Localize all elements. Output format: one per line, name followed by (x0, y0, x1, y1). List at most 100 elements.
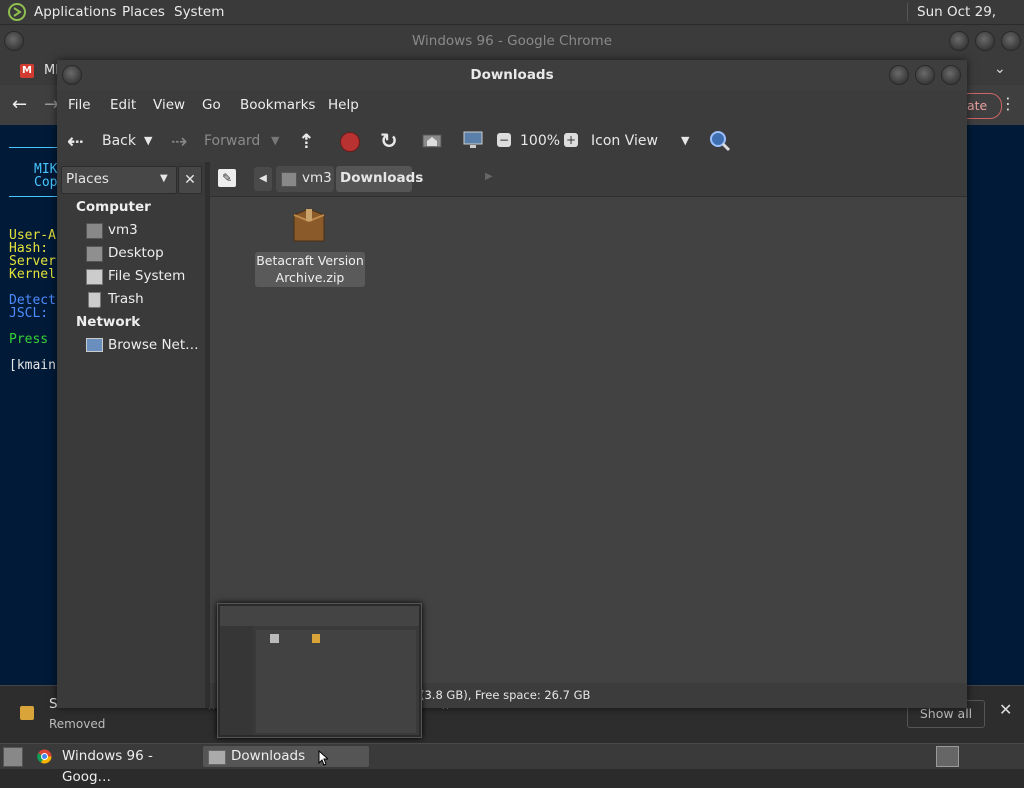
path-segment-label: Downloads (340, 170, 424, 186)
fm-pathbar: ✎ ◀ vm3 Downloads ▶ (210, 162, 967, 196)
download-status: Removed (49, 717, 106, 731)
menu-bookmarks[interactable]: Bookmarks (240, 90, 315, 120)
bottom-taskbar: Windows 96 - Goog… Downloads (0, 743, 1024, 785)
tab-search-chevron-icon[interactable]: ⌄ (994, 61, 1006, 77)
close-button[interactable] (1001, 31, 1021, 51)
path-segment-label: vm3 (302, 170, 332, 186)
zoom-level: 100% (520, 133, 561, 149)
gmail-icon: M (20, 64, 34, 78)
close-download-bar-icon[interactable]: ✕ (999, 700, 1012, 719)
places-combo[interactable]: Places ▼ (61, 166, 177, 194)
sidebar-item-desktop[interactable]: Desktop (57, 242, 205, 265)
close-button[interactable] (941, 65, 961, 85)
forward-history-chevron-icon[interactable]: ▼ (271, 120, 279, 162)
mouse-cursor-icon (318, 749, 330, 766)
terminal-rule (9, 147, 57, 148)
view-mode-chevron-icon[interactable]: ▼ (681, 120, 689, 162)
zip-archive-icon (292, 207, 326, 243)
forward-arrow-icon[interactable]: ⇢ (171, 120, 188, 162)
applications-menu[interactable]: Applications (34, 0, 116, 24)
network-icon (86, 338, 103, 352)
task-chrome[interactable]: Windows 96 - Goog… (32, 746, 200, 785)
thumbnail-view (256, 630, 416, 733)
close-sidebar-icon[interactable]: ✕ (178, 166, 202, 194)
edit-location-icon[interactable]: ✎ (218, 169, 236, 187)
menu-help[interactable]: Help (328, 90, 359, 120)
top-panel: Applications Places System Sun Oct 29, 1… (0, 0, 1024, 44)
sidebar-item-label: Browse Net… (108, 337, 199, 353)
sidebar-item-file-system[interactable]: File System (57, 265, 205, 288)
sidebar-item-trash[interactable]: Trash (57, 288, 205, 311)
back-history-chevron-icon[interactable]: ▼ (144, 120, 152, 162)
maximize-button[interactable] (915, 65, 935, 85)
home-icon (281, 172, 297, 187)
drive-icon (86, 269, 103, 285)
forward-button-label[interactable]: Forward (204, 120, 260, 162)
thumbnail-sidebar (220, 626, 253, 735)
search-icon[interactable] (709, 130, 731, 152)
computer-icon[interactable] (462, 130, 484, 150)
fm-menubar: File Edit View Go Bookmarks Help (57, 90, 967, 120)
download-file-icon (20, 706, 34, 720)
zip-archive-icon (312, 634, 320, 643)
status-text: (3.8 GB), Free space: 26.7 GB (420, 688, 591, 702)
distro-logo-icon[interactable] (8, 3, 26, 21)
terminal-line: Kernel (9, 267, 56, 282)
sidebar-item-label: Trash (108, 291, 144, 307)
combo-chevron-icon: ▼ (160, 173, 168, 184)
file-name: Betacraft Version Archive.zip (255, 252, 365, 287)
path-segments: vm3 Downloads (276, 166, 423, 192)
menu-go[interactable]: Go (202, 90, 221, 120)
fm-window-title: Downloads (470, 67, 554, 83)
clock[interactable]: Sun Oct 29, 18:43 (917, 0, 1024, 44)
minimize-button[interactable] (889, 65, 909, 85)
show-desktop-icon[interactable] (3, 747, 23, 767)
chrome-titlebar: Windows 96 - Google Chrome (0, 25, 1024, 57)
menu-view[interactable]: View (153, 90, 185, 120)
file-manager-window: Downloads File Edit View Go Bookmarks He… (57, 60, 967, 708)
menu-file[interactable]: File (68, 90, 91, 120)
task-downloads[interactable]: Downloads (203, 746, 369, 767)
sidebar-item-label: File System (108, 268, 186, 284)
fm-toolbar: ⇠ Back ▼ ⇢ Forward ▼ ⇡ ↻ − 100% + Icon V… (57, 120, 967, 162)
zoom-in-icon[interactable]: + (564, 133, 578, 147)
stop-icon[interactable] (340, 132, 360, 152)
workspace-switcher[interactable] (936, 746, 959, 767)
terminal-rule (9, 196, 57, 197)
reload-icon[interactable]: ↻ (380, 120, 398, 162)
sidebar-item-vm3[interactable]: vm3 (57, 219, 205, 242)
home-folder-icon[interactable] (422, 132, 442, 148)
back-arrow-icon[interactable]: ← (12, 94, 27, 115)
chrome-icon (37, 749, 52, 764)
back-button-label[interactable]: Back (102, 120, 136, 162)
up-arrow-icon[interactable]: ⇡ (298, 120, 315, 162)
kebab-menu-icon[interactable]: ⋮ (1000, 94, 1016, 113)
maximize-button[interactable] (975, 31, 995, 51)
system-menu[interactable]: System (174, 0, 224, 24)
sidebar-item-label: Desktop (108, 245, 164, 261)
view-mode-select[interactable]: Icon View (591, 120, 658, 162)
sidebar-item-label: vm3 (108, 222, 138, 238)
sidebar-item-browse-network[interactable]: Browse Net… (57, 334, 205, 357)
folder-icon (270, 634, 279, 643)
back-arrow-icon[interactable]: ⇠ (67, 120, 84, 162)
places-menu[interactable]: Places (122, 0, 165, 24)
home-icon (86, 223, 103, 239)
terminal-line: Cop (34, 175, 58, 190)
chrome-window-title: Windows 96 - Google Chrome (411, 33, 613, 49)
minimize-button[interactable] (949, 31, 969, 51)
file-item[interactable]: Betacraft Version Archive.zip (255, 207, 367, 289)
path-segment-vm3[interactable]: vm3 (276, 166, 334, 192)
window-thumbnail-preview[interactable] (217, 603, 422, 738)
thumbnail-content (220, 606, 419, 735)
desktop-folder-icon (86, 246, 103, 262)
panel-separator (907, 3, 908, 21)
menu-edit[interactable]: Edit (110, 90, 136, 120)
terminal-line: JSCL: (9, 306, 49, 321)
terminal-line: Press (9, 332, 49, 347)
path-scroll-left-icon[interactable]: ◀ (254, 167, 272, 191)
zoom-out-icon[interactable]: − (497, 133, 511, 147)
path-segment-downloads[interactable]: Downloads (336, 166, 423, 192)
path-scroll-right-icon[interactable]: ▶ (485, 171, 493, 182)
terminal-line: [kmain (9, 358, 56, 373)
